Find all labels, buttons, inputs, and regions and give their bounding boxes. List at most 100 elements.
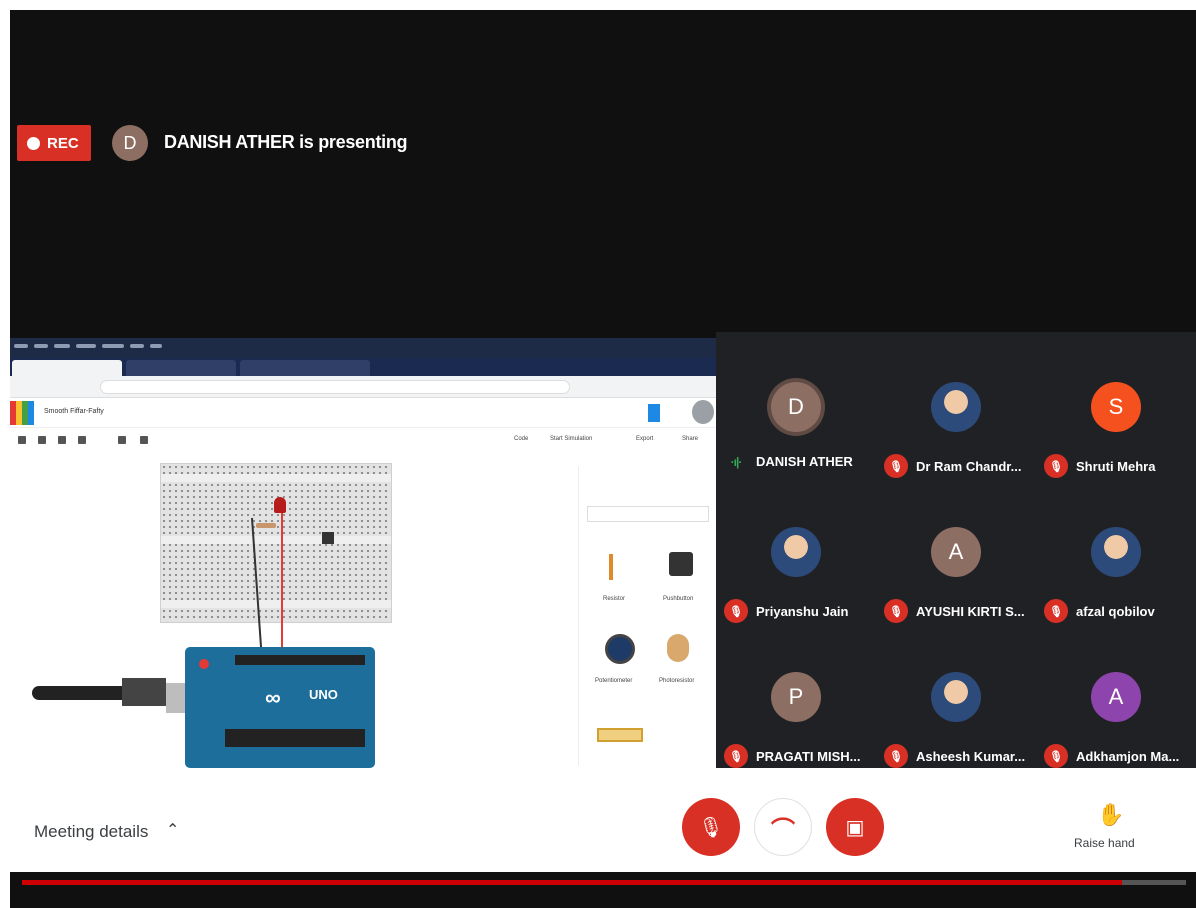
pushbutton-component-icon [669, 552, 693, 576]
participant-name: Priyanshu Jain [756, 603, 849, 619]
participant-tile[interactable]: S 🎙︎ Shruti Mehra [1036, 332, 1196, 478]
video-progress-fill [22, 880, 1122, 885]
copy-icon [18, 436, 26, 444]
participant-name-row: 🎙︎ AYUSHI KIRTI S... [884, 599, 1032, 623]
mic-muted-icon: 🎙︎ [884, 454, 908, 478]
delete-icon [38, 436, 46, 444]
code-button: Code [514, 436, 529, 442]
mic-muted-icon: 🎙︎ [884, 744, 908, 768]
participant-name-row: 🎙︎ Dr Ram Chandr... [884, 454, 1032, 478]
participant-avatar [1091, 527, 1141, 577]
participant-tile[interactable]: 🎙︎ Asheesh Kumar... [876, 622, 1036, 768]
participant-name: Adkhamjon Ma... [1076, 748, 1180, 764]
share-button: Share [682, 436, 699, 442]
undo-icon [58, 436, 66, 444]
meeting-details-button[interactable]: Meeting details [34, 822, 148, 842]
participant-avatar: A [1091, 672, 1141, 722]
mic-muted-icon: 🎙︎ [884, 599, 908, 623]
user-avatar [692, 400, 714, 424]
os-menubar [10, 338, 716, 358]
app-header: Smooth Fiffar-Fafty [10, 398, 716, 428]
view-icon [140, 436, 148, 444]
mic-muted-icon: 🎙︎ [724, 599, 748, 623]
usb-cable [32, 686, 122, 700]
record-dot-icon [27, 136, 40, 150]
photoresistor-component-icon [667, 634, 689, 662]
presenting-status: DANISH ATHER is presenting [164, 132, 408, 152]
participant-tile[interactable]: P 🎙︎ PRAGATI MISH... [716, 622, 876, 768]
participant-tile[interactable]: 🎙︎ Dr Ram Chandr... [876, 332, 1036, 478]
arduino-board: ∞ UNO [185, 647, 375, 768]
participant-name: Shruti Mehra [1076, 458, 1156, 474]
participant-avatar [931, 672, 981, 722]
participant-name-row: 🎙︎ Shruti Mehra [1044, 454, 1192, 478]
led-component [274, 497, 286, 513]
participant-name: afzal qobilov [1076, 603, 1155, 619]
participant-name-row: ·ı|· DANISH ATHER [724, 454, 872, 469]
start-simulation-button: Start Simulation [550, 436, 593, 442]
camera-off-icon: ▣ [845, 816, 865, 839]
mic-muted-icon: 🎙︎ [724, 744, 748, 768]
export-button: Export [636, 436, 654, 442]
mode-toggle-icon [648, 404, 660, 422]
participant-name: Asheesh Kumar... [916, 748, 1026, 764]
participant-name-row: 🎙︎ Adkhamjon Ma... [1044, 744, 1192, 768]
participant-name-row: 🎙︎ Priyanshu Jain [724, 599, 872, 623]
recording-label: REC [47, 134, 79, 152]
chevron-up-icon[interactable]: ⌃ [166, 820, 179, 840]
breadboard [160, 463, 392, 623]
participant-tile[interactable]: A 🎙︎ AYUSHI KIRTI S... [876, 477, 1036, 623]
component-label: Photoresistor [659, 678, 695, 684]
microphone-off-button[interactable]: 🎙︎ [682, 798, 740, 856]
red-wire [281, 510, 283, 662]
app-logo [10, 401, 34, 425]
components-search [587, 506, 709, 522]
browser-tabstrip [10, 358, 716, 376]
participant-avatar [931, 382, 981, 432]
project-title: Smooth Fiffar-Fafty [44, 408, 104, 415]
participant-avatar: P [771, 672, 821, 722]
participant-name: AYUSHI KIRTI S... [916, 603, 1025, 619]
component-label: Potentiometer [595, 678, 633, 684]
audio-level-icon: ·ı|· [730, 454, 743, 469]
participant-name: DANISH ATHER [756, 454, 853, 469]
meet-window: REC D DANISH ATHER is presenting Smooth … [10, 10, 1196, 908]
raise-hand-button[interactable]: Raise hand [1074, 836, 1135, 850]
redo-icon [78, 436, 86, 444]
participant-avatar: S [1091, 382, 1141, 432]
hang-up-icon: ⌒ [771, 816, 795, 844]
participant-tile[interactable]: 🎙︎ afzal qobilov [1036, 477, 1196, 623]
participant-tile[interactable]: A 🎙︎ Adkhamjon Ma... [1036, 622, 1196, 768]
recording-badge: REC [17, 125, 91, 161]
participants-grid: D ·ı|· DANISH ATHER 🎙︎ Dr Ram Chandr... S 🎙︎ Sh… [716, 332, 1196, 768]
editor-toolbar: Code Start Simulation Export Share [10, 428, 716, 452]
participant-avatar: A [931, 527, 981, 577]
participant-tile[interactable]: D ·ı|· DANISH ATHER [716, 332, 876, 477]
raise-hand-icon[interactable]: ✋ [1097, 802, 1124, 828]
potentiometer-component-icon [605, 634, 635, 664]
components-panel: Resistor Pushbutton Potentiometer Photor… [578, 466, 716, 766]
participant-name-row: 🎙︎ Asheesh Kumar... [884, 744, 1032, 768]
arduino-logo: ∞ [265, 685, 281, 710]
video-progress-bar[interactable] [22, 880, 1186, 885]
notes-icon [118, 436, 126, 444]
lcd-component-icon [597, 728, 643, 742]
participant-tile[interactable]: 🎙︎ Priyanshu Jain [716, 477, 876, 623]
mic-muted-icon: 🎙︎ [1044, 599, 1068, 623]
participant-name-row: 🎙︎ afzal qobilov [1044, 599, 1192, 623]
participant-name-row: 🎙︎ PRAGATI MISH... [724, 744, 872, 768]
participant-name: Dr Ram Chandr... [916, 458, 1022, 474]
browser-urlbar [10, 376, 716, 398]
presenter-avatar: D [112, 125, 148, 161]
mic-muted-icon: 🎙︎ [1044, 744, 1068, 768]
url-field [100, 380, 570, 394]
control-bar: Meeting details ⌃ 🎙︎ ⌒ ▣ ✋ Raise hand [10, 768, 1196, 872]
component-label: Pushbutton [663, 596, 694, 602]
leave-call-button[interactable]: ⌒ [754, 798, 812, 856]
component-label: Resistor [603, 596, 626, 602]
mic-off-icon: 🎙︎ [698, 816, 724, 839]
camera-off-button[interactable]: ▣ [826, 798, 884, 856]
microcontroller-chip [225, 729, 365, 747]
mic-muted-icon: 🎙︎ [1044, 454, 1068, 478]
participant-avatar: D [771, 382, 821, 432]
